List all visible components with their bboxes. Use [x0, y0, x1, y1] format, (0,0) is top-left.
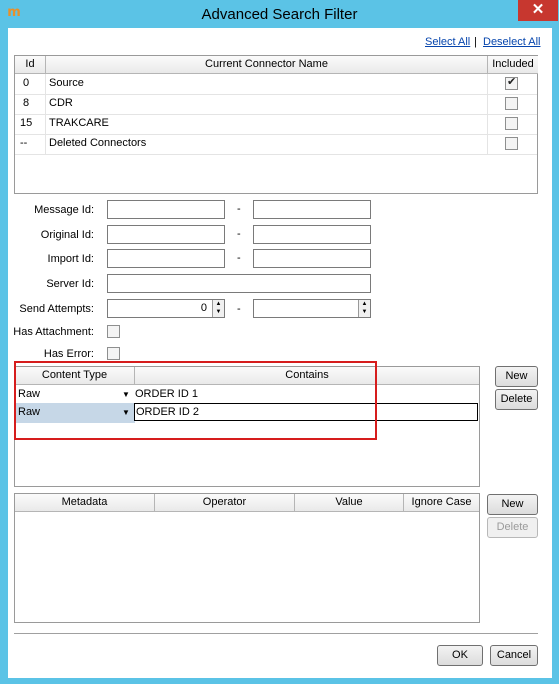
send-attempts-from-field[interactable]: 0: [107, 299, 225, 318]
original-id-label: Original Id:: [40, 229, 94, 241]
send-attempts-from-spinner[interactable]: ▲ ▼: [212, 300, 224, 317]
included-checkbox[interactable]: [505, 75, 518, 90]
server-id-label: Server Id:: [46, 278, 94, 290]
spin-down-icon[interactable]: ▼: [359, 308, 370, 316]
metadata-table: Metadata Operator Value Ignore Case: [14, 493, 480, 623]
message-id-from-field[interactable]: [107, 200, 225, 219]
connector-name: Deleted Connectors: [49, 137, 147, 149]
range-dash: -: [237, 252, 241, 264]
link-separator: |: [474, 36, 477, 48]
connector-name: Source: [49, 77, 84, 89]
connector-id: --: [20, 137, 28, 149]
dialog-window: m Advanced Search Filter ✕ Select All | …: [0, 0, 559, 684]
column-header-ignore-case[interactable]: Ignore Case: [404, 494, 479, 512]
connector-name: CDR: [49, 97, 73, 109]
import-id-from-field[interactable]: [107, 249, 225, 268]
column-header-included[interactable]: Included: [488, 56, 538, 74]
highlight-box: [14, 361, 377, 440]
has-error-checkbox[interactable]: [107, 347, 120, 360]
title-bar[interactable]: m Advanced Search Filter ✕: [0, 0, 559, 28]
metadata-delete-button[interactable]: Delete: [487, 517, 538, 538]
window-title: Advanced Search Filter: [201, 6, 358, 23]
content-new-button[interactable]: New: [495, 366, 538, 387]
dialog-content: Select All | Deselect All Id Current Con…: [8, 28, 552, 678]
column-header-metadata[interactable]: Metadata: [15, 494, 155, 512]
connector-id: 15: [20, 117, 33, 129]
import-id-label: Import Id:: [47, 253, 94, 265]
included-checkbox[interactable]: [505, 117, 518, 130]
ok-button[interactable]: OK: [437, 645, 483, 666]
import-id-to-field[interactable]: [253, 249, 371, 268]
column-header-connector-name[interactable]: Current Connector Name: [46, 56, 488, 74]
message-id-label: Message Id:: [34, 204, 94, 216]
message-id-to-field[interactable]: [253, 200, 371, 219]
included-checkbox[interactable]: [505, 97, 518, 110]
has-attachment-checkbox[interactable]: [107, 325, 120, 338]
range-dash: -: [237, 303, 241, 315]
send-attempts-to-field[interactable]: [253, 299, 371, 318]
footer-divider: [14, 633, 538, 634]
original-id-from-field[interactable]: [107, 225, 225, 244]
range-dash: -: [237, 203, 241, 215]
cancel-button[interactable]: Cancel: [490, 645, 538, 666]
spin-up-icon[interactable]: ▲: [359, 300, 370, 308]
select-all-link[interactable]: Select All: [425, 36, 470, 48]
send-attempts-label: Send Attempts:: [19, 303, 94, 315]
content-delete-button[interactable]: Delete: [495, 389, 538, 410]
column-header-operator[interactable]: Operator: [155, 494, 295, 512]
close-button[interactable]: ✕: [518, 0, 558, 21]
deselect-all-link[interactable]: Deselect All: [483, 36, 540, 48]
server-id-field[interactable]: [107, 274, 371, 293]
close-icon: ✕: [531, 1, 545, 18]
has-attachment-label: Has Attachment:: [13, 326, 94, 338]
column-header-value[interactable]: Value: [295, 494, 404, 512]
included-checkbox[interactable]: [505, 137, 518, 150]
metadata-new-button[interactable]: New: [487, 494, 538, 515]
spin-up-icon[interactable]: ▲: [213, 300, 224, 308]
connector-id: 0: [23, 77, 30, 89]
original-id-to-field[interactable]: [253, 225, 371, 244]
connector-id: 8: [23, 97, 30, 109]
connector-table: Id Current Connector Name Included 0 Sou…: [14, 55, 538, 194]
send-attempts-to-spinner[interactable]: ▲ ▼: [358, 300, 370, 317]
connector-name: TRAKCARE: [49, 117, 109, 129]
range-dash: -: [237, 228, 241, 240]
column-header-id[interactable]: Id: [15, 56, 46, 74]
has-error-label: Has Error:: [43, 348, 94, 360]
spin-down-icon[interactable]: ▼: [213, 308, 224, 316]
